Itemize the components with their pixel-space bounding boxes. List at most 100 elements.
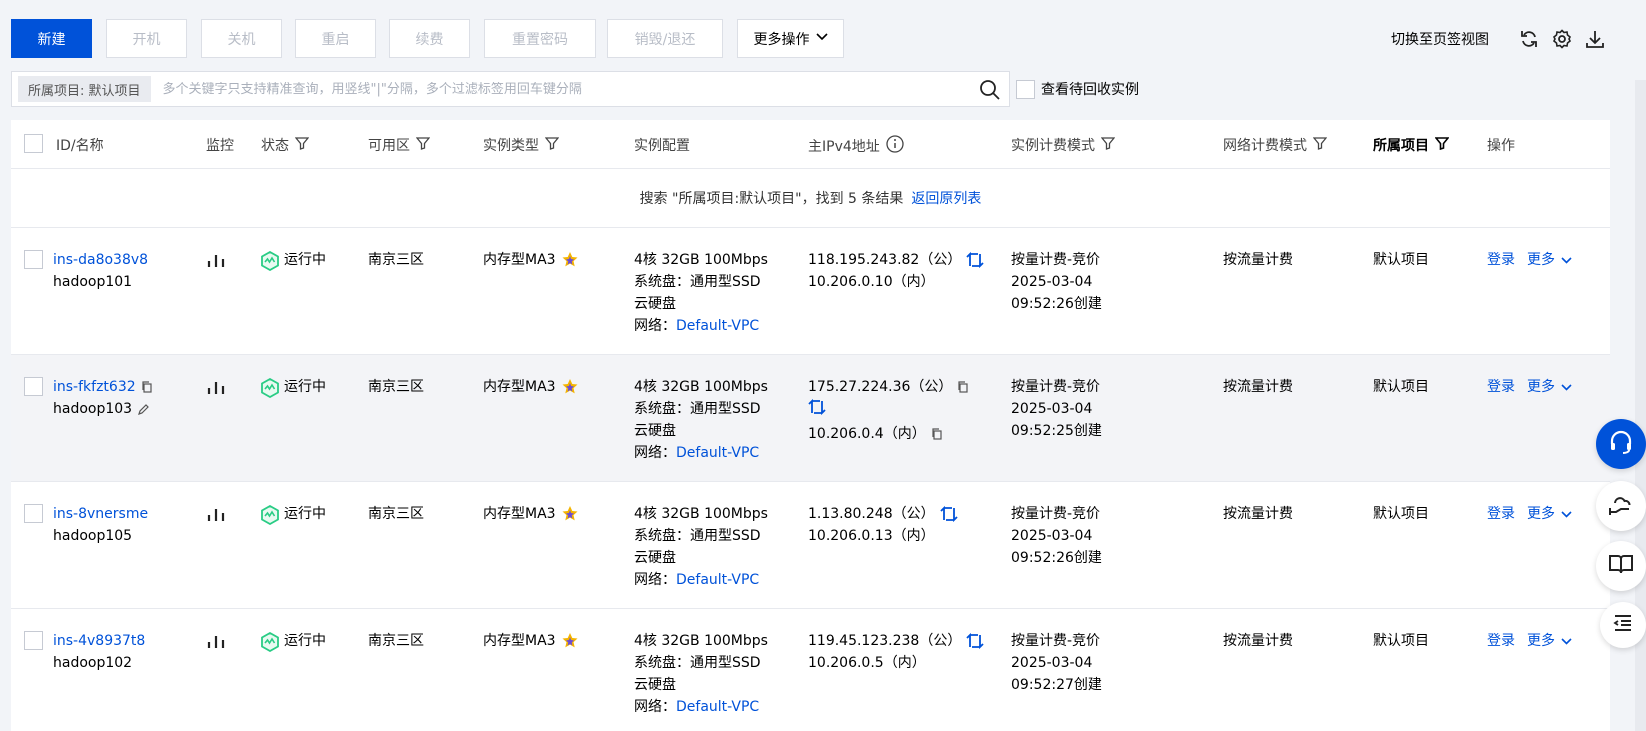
filter-icon[interactable]: [1100, 136, 1116, 154]
header-status[interactable]: 状态: [261, 135, 310, 155]
recycle-checkbox[interactable]: [1016, 79, 1035, 99]
vpc-link[interactable]: Default-VPC: [676, 696, 759, 718]
private-ip: 10.206.0.10（内）: [808, 274, 935, 290]
row-more-dropdown[interactable]: 更多: [1527, 249, 1572, 271]
row-checkbox[interactable]: [24, 377, 43, 396]
billing-cell: 按量计费-竞价 2025-03-04 09:52:27创建: [1011, 633, 1102, 693]
header-billing[interactable]: 实例计费模式: [1011, 135, 1116, 155]
start-button[interactable]: 开机: [106, 19, 187, 58]
settings-button[interactable]: [1551, 26, 1573, 52]
create-button[interactable]: 新建: [11, 19, 92, 58]
instance-id-link[interactable]: ins-da8o38v8: [53, 249, 148, 271]
ip-cell: 175.27.224.36（公） 10.206.0.4（内）: [808, 376, 969, 445]
row-checkbox[interactable]: [24, 504, 43, 523]
swap-ip-icon[interactable]: [966, 632, 984, 650]
instance-table: ID/名称 监控 状态 可用区 实例类型 实例配置 主IPv4地址 实例计费模式…: [11, 120, 1610, 731]
login-link[interactable]: 登录: [1487, 503, 1515, 525]
info-icon[interactable]: [886, 135, 904, 157]
zone-cell: 南京三区: [368, 252, 424, 268]
chevron-down-icon: [1561, 630, 1572, 652]
copy-icon[interactable]: [957, 381, 969, 393]
refresh-button[interactable]: [1518, 26, 1540, 52]
action-cell: 登录 更多: [1487, 249, 1572, 271]
login-link[interactable]: 登录: [1487, 630, 1515, 652]
spot-badge-icon: [561, 251, 579, 269]
header-type[interactable]: 实例类型: [483, 135, 560, 155]
login-link[interactable]: 登录: [1487, 376, 1515, 398]
cloud-assist-button[interactable]: [1596, 481, 1646, 531]
net-billing-cell: 按流量计费: [1223, 633, 1293, 649]
monitor-chart-icon[interactable]: [207, 252, 225, 275]
swap-ip-icon[interactable]: [808, 398, 826, 423]
filter-tag-project[interactable]: 所属项目: 默认项目: [18, 76, 151, 102]
chevron-down-icon: [1561, 376, 1572, 398]
instance-id-link[interactable]: ins-fkfzt632: [53, 376, 136, 398]
support-button[interactable]: [1596, 419, 1646, 469]
row-more-dropdown[interactable]: 更多: [1527, 630, 1572, 652]
renew-button[interactable]: 续费: [389, 19, 470, 58]
search-bar: 所属项目: 默认项目: [11, 71, 1010, 107]
header-net-billing[interactable]: 网络计费模式: [1223, 135, 1328, 155]
swap-ip-icon[interactable]: [939, 505, 958, 523]
monitor-chart-icon[interactable]: [207, 633, 225, 656]
instance-id-link[interactable]: ins-4v8937t8: [53, 630, 145, 652]
public-ip: 119.45.123.238（公）: [808, 633, 962, 649]
instance-name: hadoop102: [53, 655, 133, 671]
header-zone[interactable]: 可用区: [368, 135, 431, 155]
copy-icon[interactable]: [931, 428, 943, 440]
more-actions-button[interactable]: 更多操作: [737, 19, 844, 58]
login-link[interactable]: 登录: [1487, 249, 1515, 271]
select-all-checkbox[interactable]: [24, 134, 43, 153]
status-text: 运行中: [284, 252, 326, 268]
monitor-chart-icon[interactable]: [207, 506, 225, 529]
search-input[interactable]: [162, 81, 943, 97]
filter-icon[interactable]: [1434, 136, 1450, 154]
type-cell: 内存型MA3: [483, 630, 579, 652]
config-cell: 4核 32GB 100Mbps 系统盘：通用型SSD 云硬盘 网络： Defaul…: [634, 376, 768, 464]
billing-cell: 按量计费-竞价 2025-03-04 09:52:26创建: [1011, 506, 1102, 566]
instance-type: 内存型MA3: [483, 252, 556, 268]
row-checkbox[interactable]: [24, 250, 43, 269]
header-action: 操作: [1487, 138, 1515, 154]
header-project[interactable]: 所属项目: [1373, 135, 1450, 155]
ip-cell: 119.45.123.238（公） 10.206.0.5（内）: [808, 630, 984, 674]
private-ip: 10.206.0.13（内）: [808, 528, 935, 544]
private-ip: 10.206.0.4（内）: [808, 426, 926, 442]
instance-id-link[interactable]: ins-8vnersme: [53, 503, 148, 525]
filter-icon[interactable]: [1312, 136, 1328, 154]
net-billing-cell: 按流量计费: [1223, 252, 1293, 268]
row-more-dropdown[interactable]: 更多: [1527, 376, 1572, 398]
restart-button[interactable]: 重启: [295, 19, 376, 58]
back-to-list-link[interactable]: 返回原列表: [911, 188, 981, 208]
recycle-toggle[interactable]: 查看待回收实例: [1016, 78, 1139, 100]
docs-button[interactable]: [1596, 541, 1646, 591]
filter-icon[interactable]: [544, 136, 560, 154]
list-collapse-icon: [1612, 612, 1634, 638]
search-icon[interactable]: [979, 79, 1001, 105]
filter-icon[interactable]: [294, 136, 310, 154]
table-row: ins-8vnersme hadoop105 运行中 南京三区 内存型MA3 4…: [11, 482, 1610, 609]
vpc-link[interactable]: Default-VPC: [676, 569, 759, 591]
vpc-link[interactable]: Default-VPC: [676, 442, 759, 464]
instance-name: hadoop101: [53, 274, 133, 290]
edit-icon[interactable]: [137, 403, 150, 416]
switch-view-link[interactable]: 切换至页签视图: [1391, 26, 1489, 52]
spot-badge-icon: [561, 505, 579, 523]
monitor-chart-icon[interactable]: [207, 379, 225, 402]
filter-icon[interactable]: [415, 136, 431, 154]
reset-password-button[interactable]: 重置密码: [484, 19, 596, 58]
running-status-icon: [260, 250, 279, 271]
shutdown-button[interactable]: 关机: [201, 19, 282, 58]
project-cell: 默认项目: [1373, 506, 1429, 522]
swap-ip-icon[interactable]: [966, 251, 984, 269]
download-button[interactable]: [1584, 26, 1606, 52]
collapse-bar-button[interactable]: [1600, 602, 1646, 648]
copy-icon[interactable]: [141, 381, 153, 393]
search-result-text: 搜索 "所属项目:默认项目"，找到 5 条结果: [639, 191, 904, 207]
row-checkbox[interactable]: [24, 631, 43, 650]
table-row: ins-4v8937t8 hadoop102 运行中 南京三区 内存型MA3 4…: [11, 609, 1610, 731]
row-more-dropdown[interactable]: 更多: [1527, 503, 1572, 525]
destroy-button[interactable]: 销毁/退还: [607, 19, 723, 58]
switch-view-label: 切换至页签视图: [1391, 32, 1489, 48]
vpc-link[interactable]: Default-VPC: [676, 315, 759, 337]
